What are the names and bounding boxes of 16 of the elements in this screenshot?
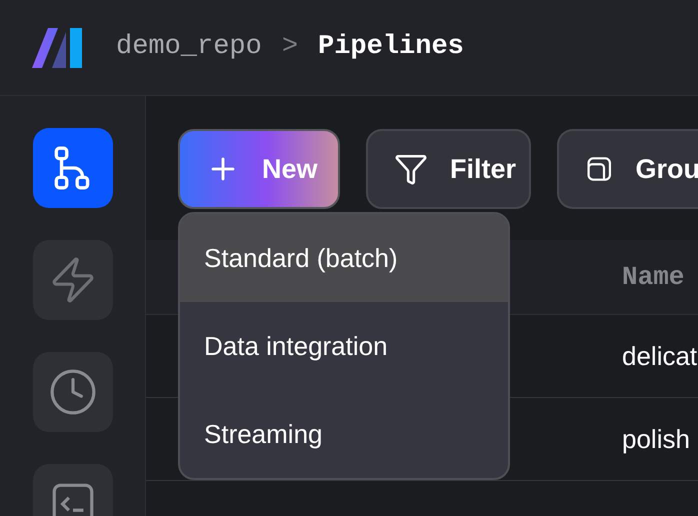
menu-item[interactable]: Standard (batch) bbox=[180, 214, 508, 302]
filter-button[interactable]: Filter bbox=[366, 129, 531, 209]
new-button[interactable]: New bbox=[178, 129, 340, 209]
logo-icon bbox=[32, 28, 82, 68]
table-cell-text: polish bbox=[622, 422, 690, 456]
menu-item[interactable]: Data integration bbox=[180, 302, 508, 390]
repo-link[interactable]: demo_repo bbox=[116, 27, 262, 68]
page-title: Pipelines bbox=[318, 31, 464, 64]
column-header: Name bbox=[622, 260, 684, 294]
filter-icon bbox=[394, 152, 428, 186]
sidebar-item[interactable] bbox=[32, 128, 112, 208]
group-button[interactable]: Grou bbox=[557, 129, 698, 209]
table-cell-text: delicat bbox=[622, 340, 698, 372]
breadcrumb-separator: > bbox=[282, 31, 298, 64]
menu-item[interactable]: Streaming bbox=[180, 390, 508, 478]
clock-icon bbox=[48, 367, 98, 417]
